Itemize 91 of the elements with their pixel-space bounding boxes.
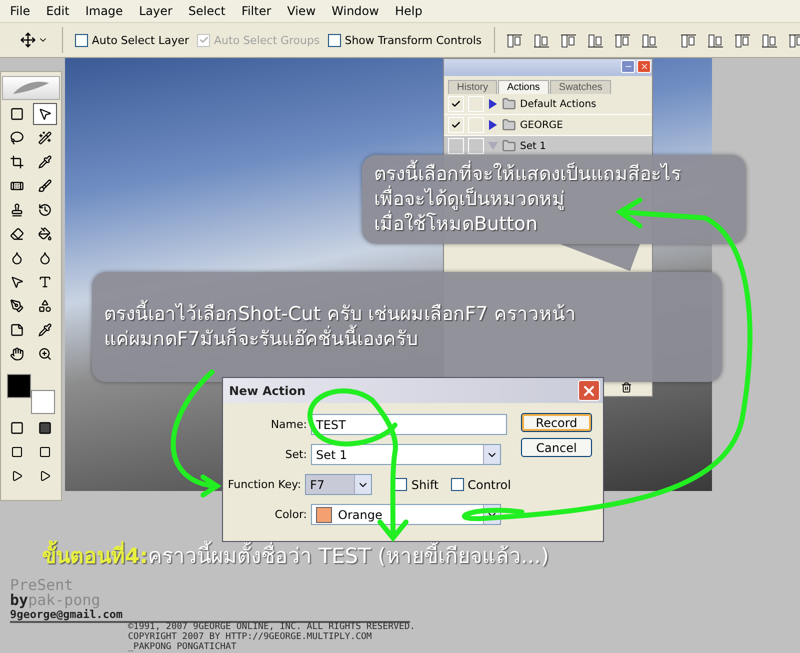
check-icon	[451, 99, 461, 109]
toggle-checkbox[interactable]	[448, 117, 464, 133]
panel-tab[interactable]: History	[448, 80, 498, 94]
shape-icon	[38, 299, 52, 313]
menu-item[interactable]: Filter	[233, 4, 280, 18]
checkbox[interactable]: Show Transform Controls	[328, 34, 482, 46]
name-field[interactable]: TEST	[311, 414, 507, 435]
arrow-icon	[38, 107, 52, 121]
function-key-dropdown[interactable]: F7	[305, 474, 372, 495]
copyright-text: COPYRIGHT 2007 BY HTTP://9GEORGE.MULTIPLY.COM	[127, 632, 373, 642]
eraser-icon	[10, 227, 24, 241]
menu-item[interactable]: Select	[180, 4, 234, 18]
feather-logo	[2, 76, 60, 100]
author-text: pak-pong	[28, 593, 100, 608]
step-label: ขั้นตอนที่4:	[42, 539, 148, 572]
square-icon	[11, 446, 23, 458]
triangle-icon[interactable]	[488, 99, 498, 109]
action-set-label[interactable]: Default Actions	[520, 98, 596, 110]
callout-text: เพื่อจะได้ดูเป็นหมวดหมู่	[374, 187, 734, 212]
eyedropper-icon	[38, 323, 52, 337]
action-set-label[interactable]: GEORGE	[520, 120, 563, 130]
folder-icon	[502, 139, 516, 153]
folder-icon	[502, 97, 516, 111]
checkbox[interactable]: Auto Select Layer	[74, 34, 190, 46]
play-icon	[39, 470, 51, 482]
note-icon	[10, 323, 24, 337]
arrow-icon	[10, 275, 24, 289]
set-dropdown[interactable]: Set 1	[311, 444, 501, 465]
menu-item[interactable]: Layer	[130, 4, 180, 18]
stamp-icon	[10, 203, 24, 217]
trash-icon[interactable]	[621, 382, 632, 393]
square-icon	[39, 446, 51, 458]
dialog-button[interactable]: Record	[521, 413, 592, 432]
minimize-button[interactable]	[621, 60, 635, 73]
play-icon	[11, 470, 23, 482]
toggle-checkbox[interactable]	[448, 138, 464, 154]
panel-tab[interactable]: Actions	[498, 80, 549, 94]
text-icon	[38, 275, 52, 289]
callout-text: เมื่อใช้โหมดButton	[374, 212, 734, 237]
menu-item[interactable]: View	[279, 4, 324, 18]
menu-item[interactable]: Help	[386, 4, 430, 18]
email-text: 9george@gmail.com	[10, 608, 410, 623]
foreground-color-swatch[interactable]	[7, 374, 31, 398]
dialog-button[interactable]: Cancel	[521, 438, 592, 457]
background-color-swatch[interactable]	[31, 390, 55, 414]
drop-icon	[38, 251, 52, 265]
crop-icon	[10, 155, 24, 169]
action-set-label[interactable]: Set 1	[520, 140, 546, 152]
by-text: by	[10, 593, 28, 608]
close-icon	[640, 62, 648, 71]
tool-button[interactable]	[33, 103, 57, 125]
move-icon	[20, 32, 36, 48]
eyedropper-icon	[38, 155, 52, 169]
checkbox[interactable]: Shift	[394, 478, 439, 492]
caption-text: คราวนี้ผมตั้งชื่อว่า TEST (หายขี้เกียจแล้ว...)	[148, 539, 550, 572]
menu-item[interactable]: Window	[324, 4, 387, 18]
drop-icon	[10, 251, 24, 265]
hand-icon	[10, 347, 24, 361]
copyright-text: _PAKPONG PONGATICHAT	[127, 642, 238, 653]
pen-icon	[10, 299, 24, 313]
marquee-icon	[10, 107, 24, 121]
field-label: Name:	[270, 418, 307, 431]
brush-icon	[38, 179, 52, 193]
magic-wand-icon	[38, 131, 52, 145]
callout-text: แค่ผมกดF7มันก็จะรันแอ๊คชั่นนี้เองครับ	[104, 327, 710, 352]
dialog-title: New Action	[229, 384, 306, 398]
copyright-text: ©1991, 2007 9GEORGE ONLINE, INC. ALL RIGHTS RESERVED.	[127, 623, 416, 632]
triangle-icon[interactable]	[488, 120, 498, 130]
lasso-icon	[10, 131, 24, 145]
square-icon	[38, 421, 52, 435]
folder-icon	[502, 118, 516, 132]
check-icon	[451, 120, 461, 130]
checkbox[interactable]: Control	[450, 478, 511, 492]
field-label: Color:	[274, 508, 307, 521]
check-icon	[198, 35, 209, 45]
toggle-checkbox[interactable]	[448, 96, 464, 112]
menu-item[interactable]: File	[2, 4, 38, 18]
field-label: Function Key:	[226, 478, 302, 491]
paint-bucket-icon	[38, 227, 52, 241]
history-brush-icon	[38, 203, 52, 217]
zoom-icon	[38, 347, 52, 361]
callout-text: ตรงนี้เลือกที่จะให้แสดงเป็นแถมสีอะไร	[374, 162, 734, 187]
menu-item[interactable]: Image	[77, 4, 131, 18]
panel-tab[interactable]: Swatches	[550, 80, 612, 94]
close-button[interactable]	[578, 380, 600, 401]
close-button[interactable]	[637, 60, 651, 73]
menu-item[interactable]: Edit	[38, 4, 78, 18]
field-label: Set:	[284, 448, 307, 461]
bandage-icon	[10, 179, 24, 193]
square-icon	[10, 421, 24, 435]
present-text: PreSent	[10, 578, 74, 593]
